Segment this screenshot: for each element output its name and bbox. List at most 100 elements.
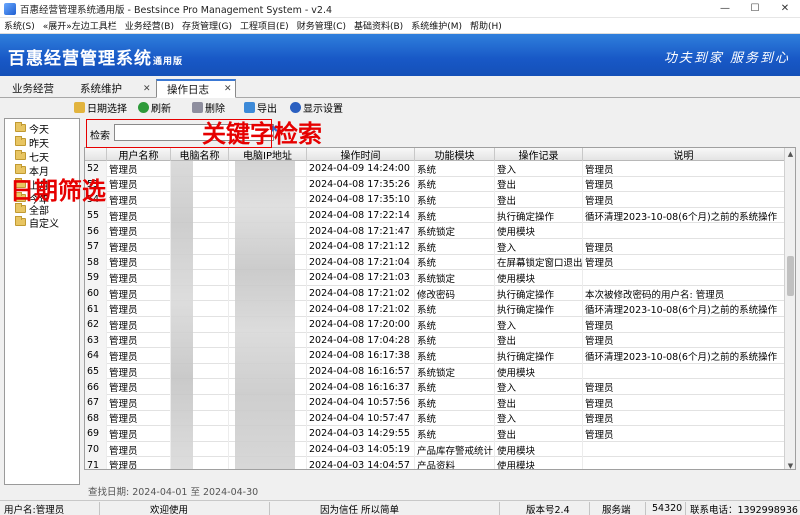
app-icon bbox=[4, 2, 16, 15]
cell-time: 2024-04-08 17:22:14 bbox=[307, 207, 415, 224]
menu-bar: 系统(S) «展开»左边工具栏 业务经营(B) 存货管理(G) 工程项目(E) … bbox=[0, 18, 800, 34]
scroll-down-icon[interactable]: ▼ bbox=[785, 460, 795, 470]
cell-description: 循环清理2023-10-08(6个月)之前的系统操作 bbox=[583, 348, 785, 364]
menu-help[interactable]: 帮助(H) bbox=[466, 19, 506, 32]
cell-index: 63 bbox=[85, 332, 107, 349]
grid-header: 用户名称 电脑名称 电脑IP地址 操作时间 功能模块 操作记录 说明 bbox=[85, 148, 785, 161]
cell-user: 管理员 bbox=[107, 176, 171, 193]
cell-description: 管理员 bbox=[583, 317, 785, 333]
button-label: 删除 bbox=[205, 103, 225, 115]
minimize-button[interactable]: — bbox=[710, 0, 740, 18]
cell-user: 管理员 bbox=[107, 426, 171, 442]
cell-user: 管理员 bbox=[107, 317, 171, 333]
tree-item-custom[interactable]: 自定义 bbox=[15, 216, 59, 230]
cell-user: 管理员 bbox=[107, 379, 171, 395]
trash-icon bbox=[192, 101, 203, 113]
gear-icon bbox=[290, 101, 301, 113]
cell-module: 系统锁定 bbox=[415, 270, 495, 286]
tree-item-yesterday[interactable]: 昨天 bbox=[15, 136, 49, 150]
cell-module: 系统 bbox=[415, 348, 495, 364]
cell-time: 2024-04-08 16:16:57 bbox=[307, 363, 415, 380]
cell-description: 管理员 bbox=[583, 410, 785, 427]
tree-item-seven-days[interactable]: 七天 bbox=[15, 150, 49, 164]
cell-record: 使用模块 bbox=[495, 457, 583, 469]
column-header-user[interactable]: 用户名称 bbox=[107, 148, 171, 161]
menu-basic-data[interactable]: 基础资料(B) bbox=[350, 19, 407, 32]
cell-user: 管理员 bbox=[107, 285, 171, 302]
column-header-computer[interactable]: 电脑名称 bbox=[171, 148, 229, 161]
tab-maintenance[interactable]: 系统维护 ✕ bbox=[70, 79, 154, 98]
cell-time: 2024-04-08 17:35:10 bbox=[307, 192, 415, 208]
refresh-icon bbox=[138, 101, 149, 113]
column-header-module[interactable]: 功能模块 bbox=[415, 148, 495, 161]
cell-user: 管理员 bbox=[107, 395, 171, 411]
close-button[interactable]: ✕ bbox=[770, 0, 800, 18]
tab-operation-log[interactable]: 操作日志 ✕ bbox=[156, 79, 236, 98]
cell-user: 管理员 bbox=[107, 223, 171, 239]
tree-item-today[interactable]: 今天 bbox=[15, 122, 49, 136]
cell-index: 59 bbox=[85, 270, 107, 286]
maximize-button[interactable]: ☐ bbox=[740, 0, 770, 18]
cell-description bbox=[583, 457, 785, 469]
cell-record: 登出 bbox=[495, 192, 583, 208]
cell-index: 71 bbox=[85, 457, 107, 469]
cell-record: 使用模块 bbox=[495, 363, 583, 380]
column-header-record[interactable]: 操作记录 bbox=[495, 148, 583, 161]
display-settings-button[interactable]: 显示设置 bbox=[290, 100, 343, 115]
column-header-index[interactable] bbox=[85, 148, 107, 161]
cell-description: 管理员 bbox=[583, 426, 785, 442]
brand-title: 百惠经营管理系统通用版 bbox=[8, 44, 183, 69]
scroll-up-icon[interactable]: ▲ bbox=[785, 148, 795, 159]
column-header-time[interactable]: 操作时间 bbox=[307, 148, 415, 161]
status-port: 54320 bbox=[646, 502, 686, 515]
folder-icon bbox=[15, 216, 26, 226]
menu-expand-toolbar[interactable]: «展开»左边工具栏 bbox=[39, 19, 121, 32]
cell-time: 2024-04-08 17:35:26 bbox=[307, 176, 415, 193]
cell-user: 管理员 bbox=[107, 348, 171, 364]
tab-business[interactable]: 业务经营 bbox=[2, 79, 66, 98]
folder-icon bbox=[15, 136, 26, 146]
scroll-thumb[interactable] bbox=[787, 256, 794, 296]
cell-user: 管理员 bbox=[107, 239, 171, 255]
cell-index: 65 bbox=[85, 363, 107, 380]
cell-index: 60 bbox=[85, 285, 107, 302]
cell-module: 系统 bbox=[415, 161, 495, 177]
tab-label: 系统维护 bbox=[80, 83, 122, 95]
menu-finance[interactable]: 财务管理(C) bbox=[293, 19, 350, 32]
menu-system[interactable]: 系统(S) bbox=[0, 19, 39, 32]
status-welcome: 欢迎使用 bbox=[100, 502, 270, 515]
close-icon[interactable]: ✕ bbox=[143, 84, 151, 94]
window-title: 百惠经营管理系统通用版 - Bestsince Pro Management S… bbox=[20, 4, 333, 16]
brand-slogan: 功夫到家 服务到心 bbox=[663, 51, 790, 66]
cell-time: 2024-04-04 10:57:56 bbox=[307, 395, 415, 411]
close-icon[interactable]: ✕ bbox=[224, 84, 232, 94]
column-header-ip[interactable]: 电脑IP地址 bbox=[229, 148, 307, 161]
cell-description bbox=[583, 363, 785, 380]
menu-projects[interactable]: 工程项目(E) bbox=[236, 19, 293, 32]
column-header-description[interactable]: 说明 bbox=[583, 148, 785, 161]
cell-time: 2024-04-04 10:57:47 bbox=[307, 410, 415, 427]
tab-label: 业务经营 bbox=[12, 83, 54, 95]
cell-description: 本次被修改密码的用户名: 管理员 bbox=[583, 285, 785, 302]
menu-inventory[interactable]: 存货管理(G) bbox=[178, 19, 236, 32]
cell-description: 管理员 bbox=[583, 176, 785, 193]
export-button[interactable]: 导出 bbox=[244, 100, 277, 115]
vertical-scrollbar[interactable]: ▲ ▼ bbox=[784, 148, 795, 470]
refresh-button[interactable]: 刷新 bbox=[138, 100, 171, 115]
cell-description: 循环清理2023-10-08(6个月)之前的系统操作 bbox=[583, 207, 785, 224]
delete-button[interactable]: 删除 bbox=[192, 100, 225, 115]
status-service: 服务端 bbox=[590, 502, 646, 515]
cell-module: 系统 bbox=[415, 317, 495, 333]
cell-record: 在屏幕锁定窗口退出 bbox=[495, 254, 583, 271]
cell-user: 管理员 bbox=[107, 270, 171, 286]
cell-record: 登出 bbox=[495, 426, 583, 442]
date-select-button[interactable]: 日期选择 bbox=[74, 100, 127, 115]
cell-module: 系统 bbox=[415, 426, 495, 442]
cell-user: 管理员 bbox=[107, 301, 171, 317]
cell-time: 2024-04-08 16:16:37 bbox=[307, 379, 415, 395]
title-bar: 百惠经营管理系统通用版 - Bestsince Pro Management S… bbox=[0, 0, 800, 18]
redacted-ip-addresses bbox=[235, 161, 295, 469]
menu-business[interactable]: 业务经营(B) bbox=[121, 19, 178, 32]
cell-module: 系统锁定 bbox=[415, 363, 495, 380]
menu-maintenance[interactable]: 系统维护(M) bbox=[407, 19, 466, 32]
